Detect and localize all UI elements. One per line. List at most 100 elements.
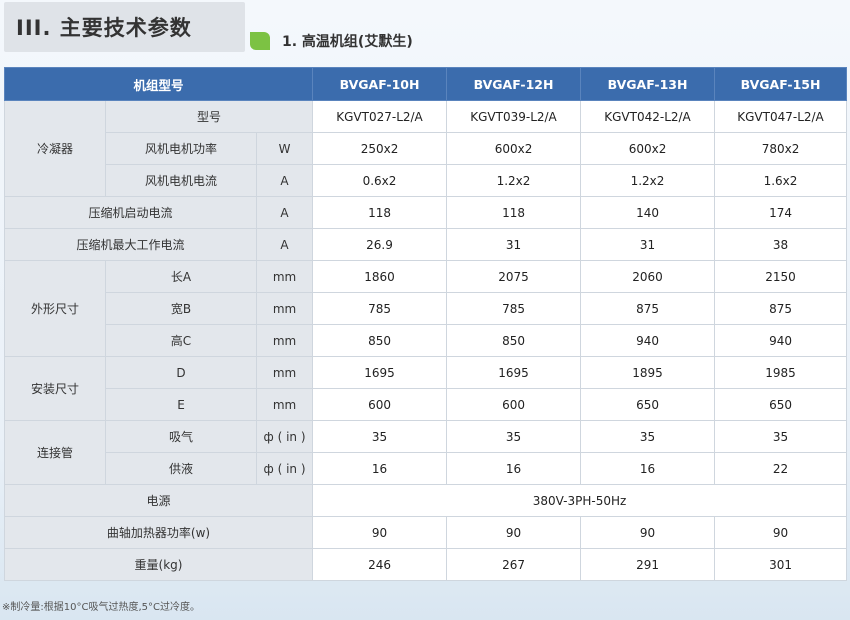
cell-value: 246 — [312, 548, 448, 581]
row-unit: mm — [255, 324, 314, 357]
cell-value: KGVT039-L2/A — [446, 100, 582, 133]
table-row: 重量(kg) 246 267 291 301 — [3, 548, 848, 581]
footnote: ※制冷量:根据10°C吸气过热度,5°C过冷度。 — [2, 602, 200, 613]
model-header: BVGAF-12H — [446, 67, 582, 101]
row-unit: mm — [255, 388, 314, 421]
cell-value: 875 — [580, 292, 716, 325]
cell-value: 291 — [580, 548, 716, 581]
cell-value: 1.2x2 — [580, 164, 716, 197]
cell-value: 2060 — [580, 260, 716, 293]
cell-value: 90 — [714, 516, 848, 549]
cell-value: 35 — [714, 420, 848, 453]
row-label: E — [105, 388, 257, 421]
cell-value: 16 — [312, 452, 448, 485]
row-label: 电源 — [3, 484, 314, 517]
row-label: 曲轴加热器功率(w) — [3, 516, 314, 549]
table-row: 外形尺寸 长A mm 1860 2075 2060 2150 — [4, 260, 848, 357]
cell-value: 1895 — [580, 356, 716, 389]
cell-value: 16 — [446, 452, 582, 485]
cell-value: 0.6x2 — [312, 164, 448, 197]
subtitle: 1. 高温机组(艾默生) — [250, 30, 413, 52]
cell-value: 780x2 — [714, 132, 848, 165]
cell-value: 301 — [714, 548, 848, 581]
table-row: 安装尺寸 D mm 1695 1695 1895 1985 — [4, 356, 848, 421]
cell-value: 875 — [714, 292, 848, 325]
row-label: 供液 — [105, 452, 257, 485]
cell-value: 1860 — [312, 260, 448, 293]
cell-value: 22 — [714, 452, 848, 485]
subtitle-text: 1. 高温机组(艾默生) — [282, 34, 413, 50]
cell-value: 600 — [312, 388, 448, 421]
row-label: 风机电机电流 — [105, 164, 257, 197]
cell-value: 940 — [580, 324, 716, 357]
cell-value: 600x2 — [446, 132, 582, 165]
row-unit: W — [255, 132, 314, 165]
cell-value: 118 — [446, 196, 582, 229]
section-title: III. 主要技术参数 — [4, 2, 245, 52]
row-group-label: 连接管 — [4, 420, 106, 485]
cell-value: 1985 — [714, 356, 848, 389]
table-row: 连接管 吸气 ф ( in ) 35 35 35 35 — [4, 420, 848, 485]
cell-value: 650 — [714, 388, 848, 421]
row-group-label: 安装尺寸 — [4, 356, 106, 421]
row-label: 压缩机启动电流 — [4, 196, 257, 229]
cell-value: 35 — [580, 420, 716, 453]
spec-table: 机组型号 BVGAF-10H BVGAF-12H BVGAF-13H BVGAF… — [3, 67, 848, 581]
row-unit: ф ( in ) — [255, 452, 314, 485]
cell-value: 785 — [446, 292, 582, 325]
model-header: BVGAF-15H — [714, 67, 848, 101]
cell-value: KGVT027-L2/A — [312, 100, 448, 133]
row-label: D — [105, 356, 257, 389]
row-group-label: 冷凝器 — [4, 100, 106, 197]
cell-value: 118 — [312, 196, 448, 229]
row-label: 风机电机功率 — [105, 132, 257, 165]
model-header: BVGAF-13H — [580, 67, 716, 101]
table-row: 高C mm 850 850 940 940 — [5, 324, 848, 357]
row-label: 型号 — [104, 100, 314, 133]
table-row: 压缩机启动电流 A 118 118 140 174 — [4, 196, 848, 229]
cell-value-merged: 380V-3PH-50Hz — [312, 484, 848, 517]
row-label: 吸气 — [105, 420, 257, 453]
cell-value: 35 — [446, 420, 582, 453]
cell-value: 26.9 — [312, 228, 448, 261]
cell-value: 650 — [580, 388, 716, 421]
cell-value: 38 — [714, 228, 848, 261]
row-unit: mm — [255, 356, 314, 389]
cell-value: 1.6x2 — [714, 164, 848, 197]
header-row: 机组型号 BVGAF-10H BVGAF-12H BVGAF-13H BVGAF… — [3, 67, 848, 101]
table-row: E mm 600 600 650 650 — [5, 388, 848, 421]
table-row: 曲轴加热器功率(w) 90 90 90 90 — [3, 516, 848, 549]
row-label: 高C — [105, 324, 257, 357]
row-label: 压缩机最大工作电流 — [4, 228, 257, 261]
cell-value: 140 — [580, 196, 716, 229]
row-unit: mm — [255, 292, 314, 325]
row-label: 宽B — [105, 292, 257, 325]
row-unit: A — [255, 228, 314, 261]
row-unit: mm — [255, 260, 314, 293]
cell-value: 174 — [714, 196, 848, 229]
cell-value: 600x2 — [580, 132, 716, 165]
table-row: 供液 ф ( in ) 16 16 16 22 — [5, 452, 848, 485]
cell-value: 90 — [446, 516, 582, 549]
row-label: 重量(kg) — [3, 548, 314, 581]
cell-value: 31 — [580, 228, 716, 261]
row-label: 长A — [105, 260, 257, 293]
cell-value: KGVT047-L2/A — [714, 100, 848, 133]
cell-value: 1695 — [312, 356, 448, 389]
cell-value: 2075 — [446, 260, 582, 293]
cell-value: 90 — [312, 516, 448, 549]
cell-value: KGVT042-L2/A — [580, 100, 716, 133]
table-row: 冷凝器 型号 KGVT027-L2/A KGVT039-L2/A KGVT042… — [4, 100, 848, 197]
cell-value: 35 — [312, 420, 448, 453]
model-label-header: 机组型号 — [3, 67, 314, 101]
cell-value: 850 — [446, 324, 582, 357]
row-unit: A — [255, 164, 314, 197]
table-row: 电源 380V-3PH-50Hz — [3, 484, 848, 517]
cell-value: 2150 — [714, 260, 848, 293]
row-group-label: 外形尺寸 — [4, 260, 106, 357]
row-unit: ф ( in ) — [255, 420, 314, 453]
cell-value: 850 — [312, 324, 448, 357]
cell-value: 1695 — [446, 356, 582, 389]
row-unit: A — [255, 196, 314, 229]
cell-value: 90 — [580, 516, 716, 549]
